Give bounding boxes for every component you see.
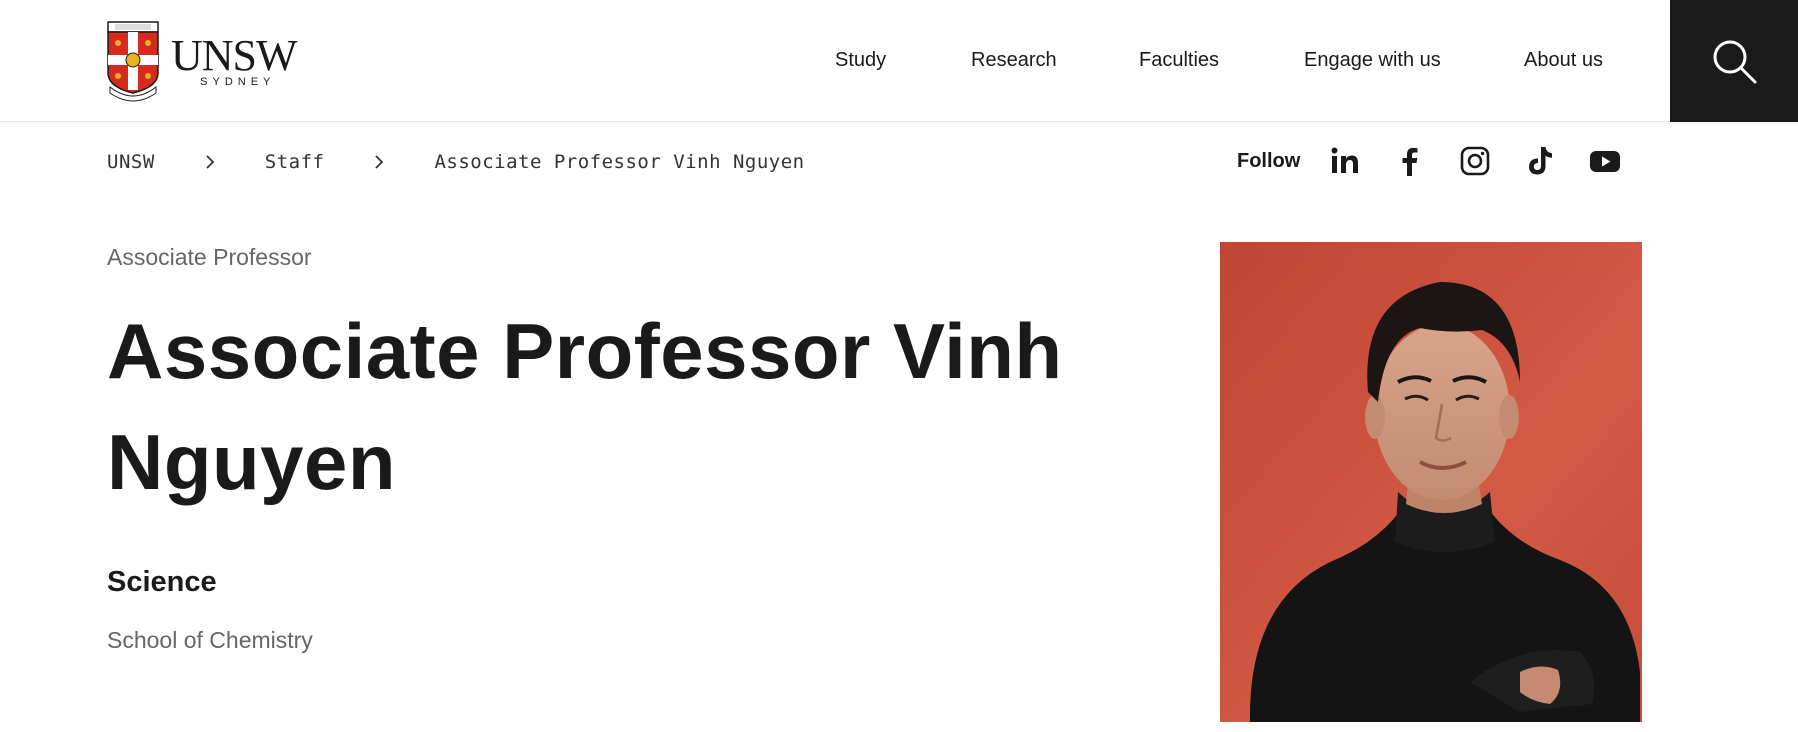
wordmark-text: UNSW	[171, 31, 298, 80]
youtube-icon[interactable]	[1588, 144, 1622, 178]
nav-item-engage-with-us[interactable]: Engage with us	[1304, 49, 1441, 72]
social-follow: Follow	[1237, 143, 1622, 179]
site-header: UNSW SYDNEY Study Research Faculties Eng…	[0, 0, 1798, 122]
unsw-crest-icon	[107, 21, 159, 102]
school-name: School of Chemistry	[107, 627, 313, 653]
search-icon	[1713, 40, 1757, 84]
nav-item-about-us[interactable]: About us	[1524, 49, 1603, 72]
nav-item-faculties[interactable]: Faculties	[1139, 49, 1219, 72]
nav-item-research[interactable]: Research	[971, 49, 1057, 72]
breadcrumb-item-unsw[interactable]: UNSW	[107, 151, 155, 173]
breadcrumb-item-staff[interactable]: Staff	[265, 151, 325, 173]
page-title: Associate Professor Vinh Nguyen	[107, 307, 1063, 506]
nav-item-study[interactable]: Study	[835, 49, 886, 72]
instagram-icon[interactable]	[1458, 144, 1492, 178]
facebook-icon[interactable]	[1393, 144, 1427, 178]
tiktok-icon[interactable]	[1523, 144, 1557, 178]
profile-photo-image	[1220, 242, 1642, 722]
profile-eyebrow: Associate Professor	[107, 244, 312, 270]
chevron-right-icon	[372, 155, 386, 169]
unsw-logo-link[interactable]: UNSW SYDNEY	[107, 21, 298, 103]
breadcrumb-item-current: Associate Professor Vinh Nguyen	[434, 151, 805, 173]
unsw-wordmark: UNSW SYDNEY	[171, 31, 298, 89]
search-button[interactable]	[1670, 0, 1798, 122]
breadcrumb: UNSW Staff Associate Professor Vinh Nguy…	[107, 150, 805, 174]
follow-label: Follow	[1237, 149, 1301, 172]
linkedin-icon[interactable]	[1328, 144, 1362, 178]
chevron-right-icon	[203, 155, 217, 169]
profile-photo	[1220, 242, 1642, 722]
wordmark-subtitle: SYDNEY	[200, 76, 276, 88]
faculty-name: Science	[107, 566, 217, 598]
